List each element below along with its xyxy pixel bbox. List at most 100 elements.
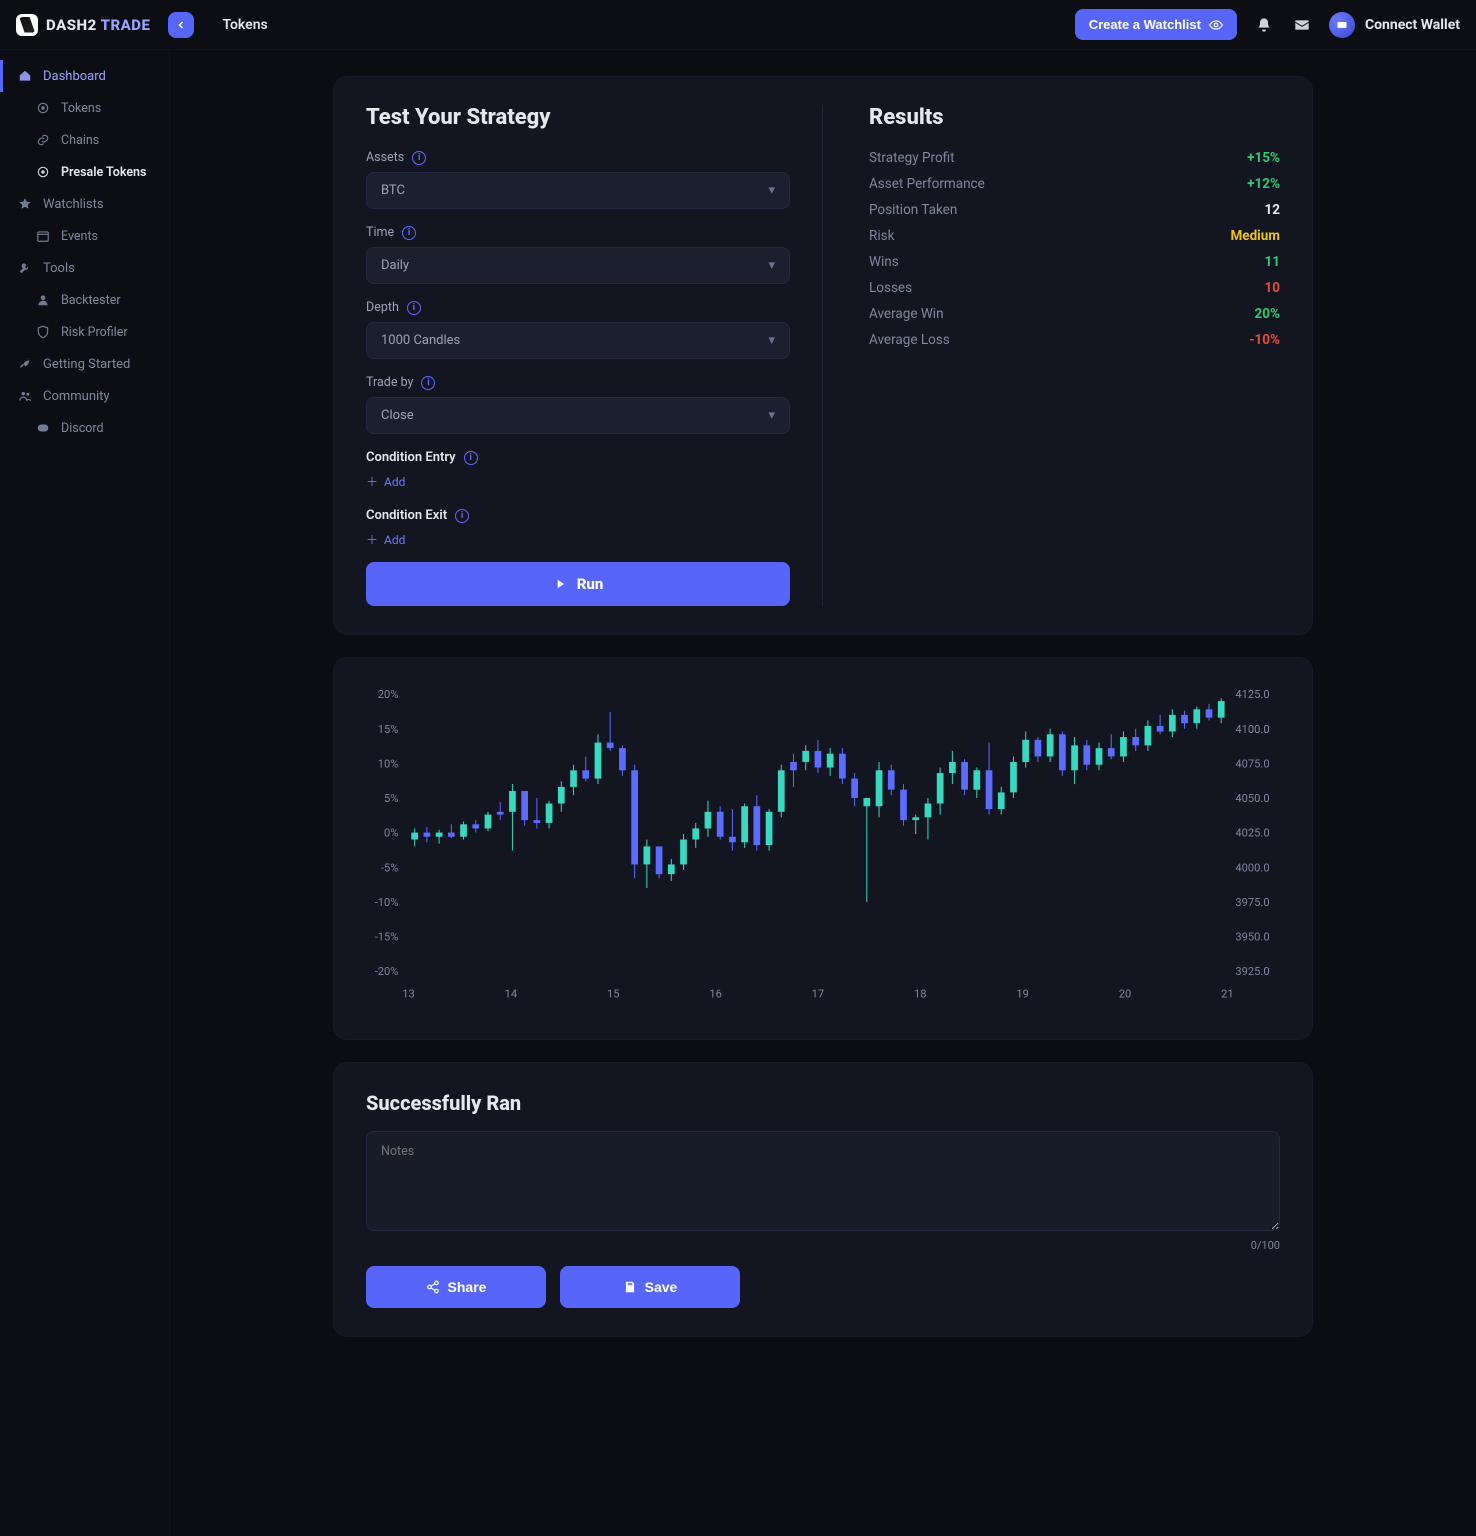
sidebar-item-label: Tokens [61,101,101,116]
brand-mark-icon [16,14,38,36]
sidebar-item-label: Getting Started [43,357,130,372]
add-label: Add [384,475,405,489]
sidebar-item-community[interactable]: Community [0,380,169,412]
sidebar-item-events[interactable]: Events [0,220,169,252]
sidebar-item-dashboard[interactable]: Dashboard [0,60,169,92]
svg-text:4075.0: 4075.0 [1235,757,1269,770]
info-icon[interactable]: i [407,301,421,315]
breadcrumb[interactable]: Tokens [222,17,267,33]
calendar-icon [35,228,51,244]
share-button[interactable]: Share [366,1266,546,1308]
assets-select[interactable]: BTC ▾ [366,172,790,209]
candlestick-chart[interactable]: 20%15%10%5%0%-5%-10%-15%-20%4125.04100.0… [358,684,1288,1007]
info-icon[interactable]: i [412,151,426,165]
strategy-results-card: Test Your Strategy Assetsi BTC ▾ Timei [333,76,1313,635]
info-icon[interactable]: i [402,226,416,240]
sidebar-item-watchlists[interactable]: Watchlists [0,188,169,220]
condition-exit-label: Condition Exit [366,508,447,523]
sidebar: Dashboard Tokens Chains Presale Tokens Watch… [0,50,170,1536]
sidebar-item-label: Dashboard [43,69,106,84]
eye-icon [1209,18,1223,32]
svg-text:-20%: -20% [375,965,399,978]
sidebar-item-backtester[interactable]: Backtester [0,284,169,316]
result-value: 10 [1265,280,1281,296]
result-value: Medium [1230,228,1280,244]
result-key: Strategy Profit [869,150,955,166]
sidebar-item-label: Presale Tokens [61,165,146,180]
depth-label: Depth [366,300,399,315]
back-button[interactable] [168,12,194,38]
result-value: -10% [1249,332,1280,348]
add-entry-button[interactable]: ＋ Add [366,473,405,490]
sidebar-item-presale-tokens[interactable]: Presale Tokens [0,156,169,188]
notes-textarea[interactable] [366,1131,1280,1231]
notes-card: Successfully Ran 0/100 Share Save [333,1062,1313,1337]
messages-button[interactable] [1291,14,1313,36]
time-select[interactable]: Daily ▾ [366,247,790,284]
result-key: Wins [869,254,899,270]
svg-text:10%: 10% [378,757,399,770]
notes-counter: 0/100 [366,1239,1280,1252]
chevron-down-icon: ▾ [768,183,775,198]
create-watchlist-label: Create a Watchlist [1089,17,1201,32]
result-key: Position Taken [869,202,957,218]
brand-logo[interactable]: DASH2 TRADE [16,14,150,36]
assets-field: Assetsi BTC ▾ [366,150,790,209]
sidebar-item-discord[interactable]: Discord [0,412,169,444]
envelope-icon [1294,17,1310,33]
run-button[interactable]: Run [366,562,790,606]
add-exit-button[interactable]: ＋ Add [366,531,405,548]
sidebar-item-chains[interactable]: Chains [0,124,169,156]
depth-select[interactable]: 1000 Candles ▾ [366,322,790,359]
results-title: Results [869,105,1280,130]
svg-text:17: 17 [812,987,825,1000]
content: Test Your Strategy Assetsi BTC ▾ Timei [170,50,1476,1536]
sidebar-item-tokens[interactable]: Tokens [0,92,169,124]
sidebar-item-label: Risk Profiler [61,325,128,340]
save-icon [623,1280,637,1294]
svg-text:-10%: -10% [375,896,399,909]
notifications-button[interactable] [1253,14,1275,36]
svg-text:-15%: -15% [375,931,399,944]
brand-text-b: TRADE [101,16,151,34]
save-button[interactable]: Save [560,1266,740,1308]
sidebar-item-label: Community [43,389,110,404]
create-watchlist-button[interactable]: Create a Watchlist [1075,9,1237,40]
share-icon [426,1280,440,1294]
play-icon [553,577,567,591]
depth-field: Depthi 1000 Candles ▾ [366,300,790,359]
results-row: Position Taken12 [869,202,1280,218]
brand-text-a: DASH2 [46,16,97,34]
sidebar-item-tools[interactable]: Tools [0,252,169,284]
content-column: Test Your Strategy Assetsi BTC ▾ Timei [333,76,1313,1496]
strategy-panel: Test Your Strategy Assetsi BTC ▾ Timei [366,105,823,606]
sidebar-item-risk-profiler[interactable]: Risk Profiler [0,316,169,348]
coin-icon [35,164,51,180]
results-list: Strategy Profit+15%Asset Performance+12%… [869,150,1280,348]
results-panel: Results Strategy Profit+15%Asset Perform… [823,105,1280,606]
wrench-icon [17,260,33,276]
connect-wallet-button[interactable]: Connect Wallet [1329,12,1460,38]
time-value: Daily [381,258,409,273]
plus-icon: ＋ [366,473,378,490]
connect-wallet-label: Connect Wallet [1365,17,1460,33]
svg-text:5%: 5% [384,792,398,805]
tradeby-label: Trade by [366,375,413,390]
info-icon[interactable]: i [455,509,469,523]
topbar: DASH2 TRADE Tokens Create a Watchlist Co… [0,0,1476,50]
sidebar-item-getting-started[interactable]: Getting Started [0,348,169,380]
info-icon[interactable]: i [421,376,435,390]
svg-text:15: 15 [607,987,620,1000]
condition-exit-header: Condition Exit i [366,508,790,523]
svg-text:4050.0: 4050.0 [1235,792,1269,805]
depth-value: 1000 Candles [381,333,460,348]
notes-title: Successfully Ran [366,1091,1280,1115]
discord-icon [35,420,51,436]
sidebar-item-label: Chains [61,133,99,148]
result-value: +12% [1247,176,1280,192]
tradeby-select[interactable]: Close ▾ [366,397,790,434]
svg-text:-5%: -5% [381,861,398,874]
coin-icon [35,100,51,116]
info-icon[interactable]: i [464,451,478,465]
users-icon [17,388,33,404]
